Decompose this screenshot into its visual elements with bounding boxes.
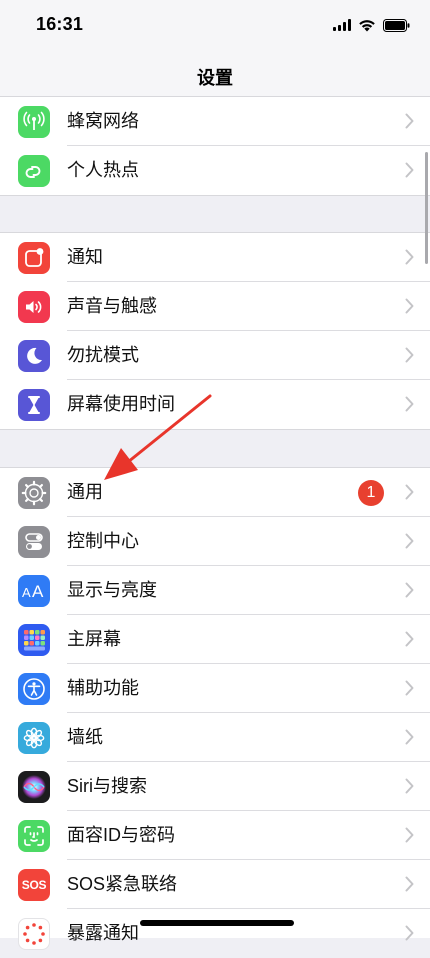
settings-row-do-not-disturb[interactable]: 勿扰模式 [0,331,430,380]
battery-icon [383,18,410,32]
chevron-right-icon [405,582,414,598]
cellular-signal-icon [333,19,351,31]
chevron-right-icon [405,631,414,647]
settings-row-label: 显示与亮度 [67,580,157,600]
chevron-right-icon [405,778,414,794]
scroll-indicator[interactable] [425,152,428,264]
settings-row-sounds[interactable]: 声音与触感 [0,282,430,331]
settings-row-label: 通用 [67,482,103,502]
page-title: 设置 [197,68,233,88]
settings-row-control-center[interactable]: 控制中心 [0,517,430,566]
settings-group-general: 通用 1 控制中心 A A 显示与亮度 主屏幕 辅助功能 墙纸 Siri与搜索 … [0,467,430,950]
settings-row-label: 控制中心 [67,531,139,551]
settings-row-label: 勿扰模式 [67,345,139,365]
hourglass-icon [18,389,50,421]
svg-text:A: A [22,585,31,600]
gear-icon [18,477,50,509]
chevron-right-icon [405,827,414,843]
toggles-icon [18,526,50,558]
notifications-icon [18,242,50,274]
update-badge: 1 [358,480,384,506]
settings-row-label: Siri与搜索 [67,776,147,796]
chevron-right-icon [405,298,414,314]
chevron-right-icon [405,162,414,178]
settings-row-label: 墙纸 [67,727,103,747]
settings-group-connectivity: 蜂窝网络 个人热点 [0,96,430,196]
navigation-bar: 设置 [0,50,430,101]
hotspot-link-icon [18,155,50,187]
settings-row-label: SOS紧急联络 [67,874,178,894]
settings-row-label: 辅助功能 [67,678,139,698]
sos-icon-text: SOS [21,878,47,892]
settings-row-label: 个人热点 [67,160,139,180]
settings-row-exposure-notifications[interactable]: 暴露通知 [0,909,430,958]
speaker-icon [18,291,50,323]
app-grid-icon [18,624,50,656]
settings-row-label: 通知 [67,247,103,267]
wifi-icon [359,19,375,31]
settings-row-emergency-sos[interactable]: SOS SOS紧急联络 [0,860,430,909]
text-size-icon: A A [18,575,50,607]
settings-row-label: 声音与触感 [67,296,157,316]
home-indicator[interactable] [140,920,294,926]
settings-row-label: 主屏幕 [67,629,121,649]
settings-row-accessibility[interactable]: 辅助功能 [0,664,430,713]
chevron-right-icon [405,680,414,696]
chevron-right-icon [405,249,414,265]
settings-row-label: 屏幕使用时间 [67,394,175,414]
chevron-right-icon [405,925,414,941]
cellular-antenna-icon [18,106,50,138]
settings-row-label: 面容ID与密码 [67,825,175,845]
chevron-right-icon [405,533,414,549]
settings-row-notifications[interactable]: 通知 [0,233,430,282]
flower-icon [18,722,50,754]
settings-row-siri[interactable]: Siri与搜索 [0,762,430,811]
status-time: 16:31 [36,14,84,34]
settings-group-notifications: 通知 声音与触感 勿扰模式 屏幕使用时间 [0,232,430,430]
exposure-icon [18,918,50,950]
settings-row-general[interactable]: 通用 1 [0,468,430,517]
settings-row-screen-time[interactable]: 屏幕使用时间 [0,380,430,429]
chevron-right-icon [405,729,414,745]
sos-icon: SOS [18,869,50,901]
status-icons [333,16,410,34]
chevron-right-icon [405,484,414,500]
settings-row-cellular[interactable]: 蜂窝网络 [0,97,430,146]
accessibility-icon [18,673,50,705]
settings-row-hotspot[interactable]: 个人热点 [0,146,430,195]
settings-row-wallpaper[interactable]: 墙纸 [0,713,430,762]
siri-icon [18,771,50,803]
chevron-right-icon [405,347,414,363]
chevron-right-icon [405,876,414,892]
chevron-right-icon [405,396,414,412]
settings-row-label: 暴露通知 [67,923,139,943]
settings-row-display[interactable]: A A 显示与亮度 [0,566,430,615]
settings-row-face-id[interactable]: 面容ID与密码 [0,811,430,860]
status-bar: 16:31 [0,0,430,50]
chevron-right-icon [405,113,414,129]
moon-icon [18,340,50,372]
face-id-icon [18,820,50,852]
settings-row-home-screen[interactable]: 主屏幕 [0,615,430,664]
settings-row-label: 蜂窝网络 [67,111,139,131]
svg-text:A: A [32,582,44,601]
